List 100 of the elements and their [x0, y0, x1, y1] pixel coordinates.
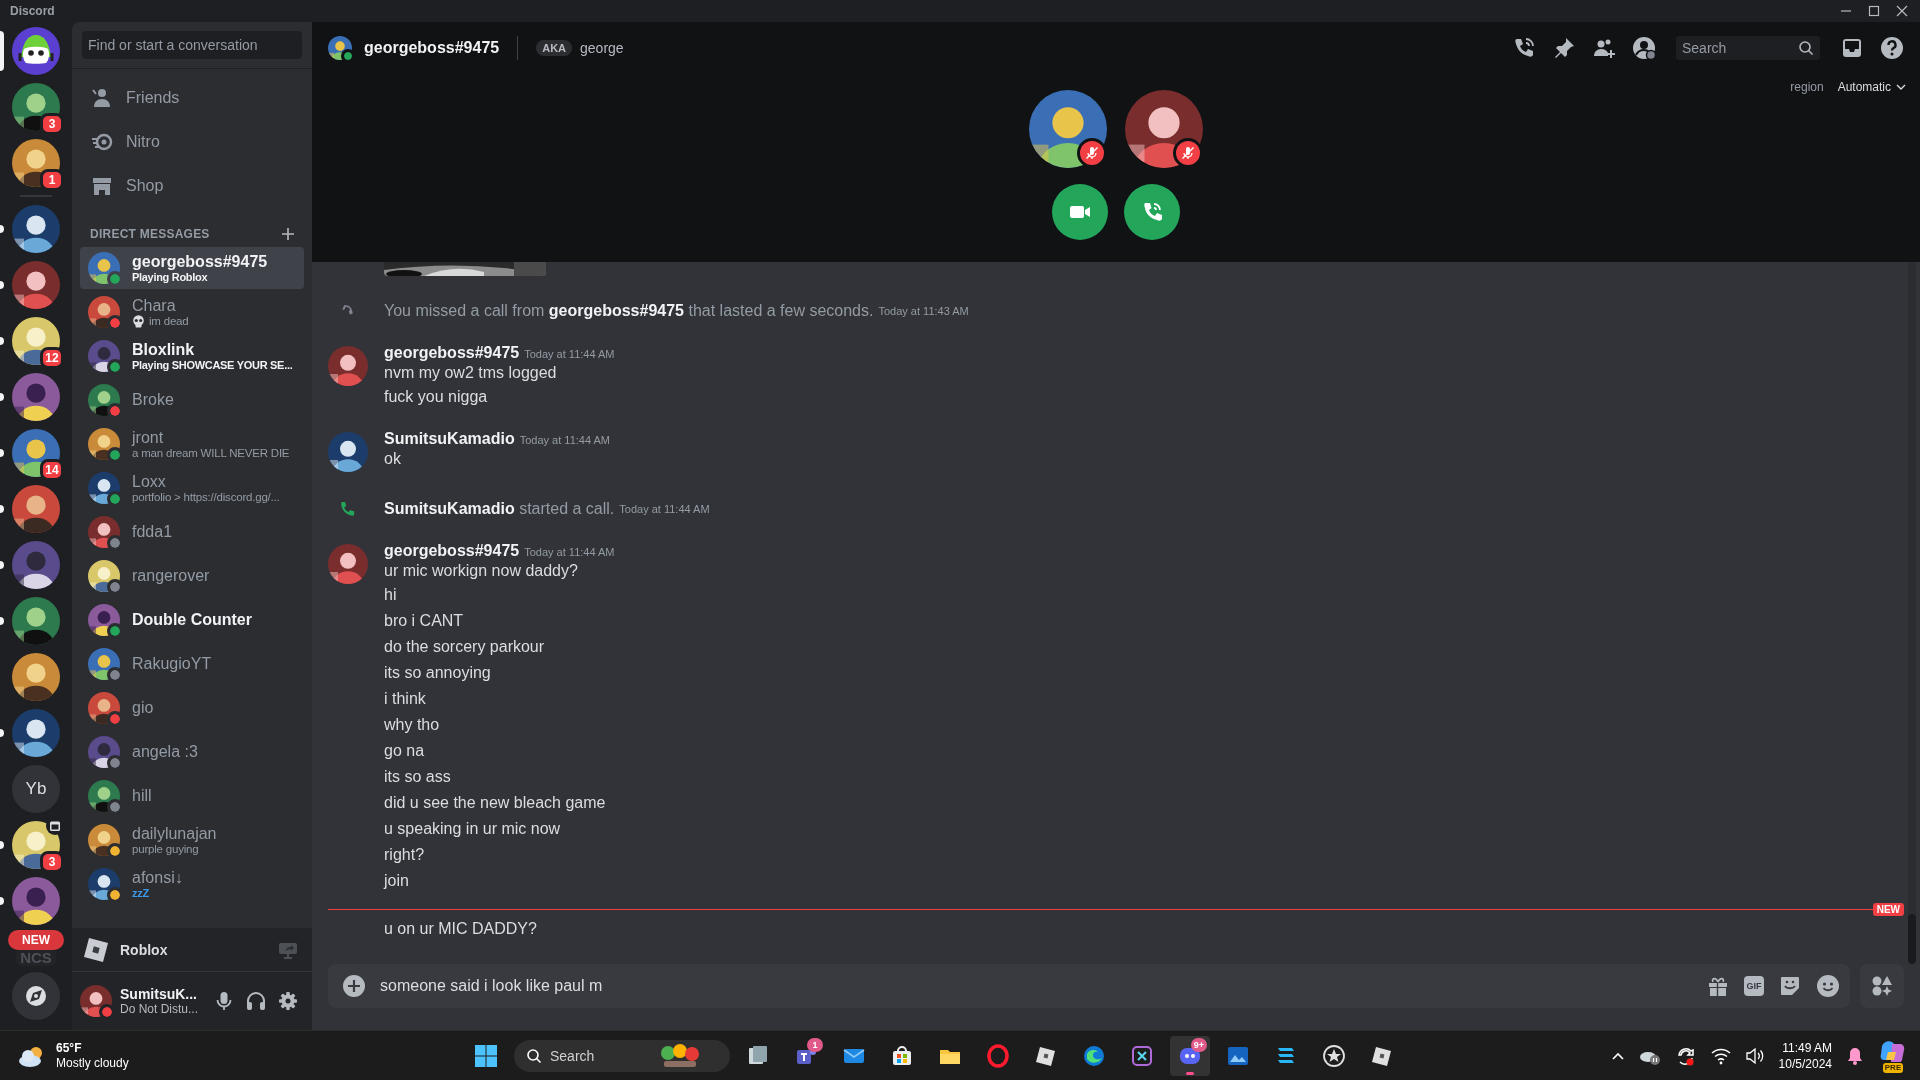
author-name[interactable]: georgeboss#9475 [384, 542, 520, 560]
profile-icon[interactable] [1632, 36, 1656, 60]
server-icon[interactable] [12, 205, 60, 253]
avatar [88, 472, 120, 504]
server-icon[interactable] [12, 541, 60, 589]
store-icon [890, 1043, 914, 1068]
avatar [88, 384, 120, 416]
avatar [88, 340, 120, 372]
timestamp: Today at 11:44 AM [524, 546, 615, 558]
chevron-down-icon [1896, 84, 1906, 90]
call-icon[interactable] [1512, 36, 1536, 60]
inbox-icon[interactable] [1840, 36, 1864, 60]
server-icon[interactable] [12, 429, 60, 477]
scrollbar-thumb[interactable] [1908, 914, 1916, 964]
dm-item[interactable]: jront a man dream WILL NEVER DIE [80, 423, 304, 465]
dm-item[interactable]: Broke [80, 379, 304, 421]
message-field[interactable]: someone said i look like paul m [380, 977, 1692, 995]
help-icon[interactable] [1880, 36, 1904, 60]
dm-item[interactable]: Double Counter [80, 599, 304, 641]
author-name[interactable]: georgeboss#9475 [384, 344, 520, 362]
avatar [88, 252, 120, 284]
avatar [88, 428, 120, 460]
contact-name: jront [132, 429, 165, 447]
server-icon[interactable] [12, 261, 60, 309]
author-name[interactable]: SumitsuKamadio [384, 430, 515, 448]
nav-item[interactable]: Friends [80, 77, 304, 119]
preview-badge: PRE [1882, 1063, 1904, 1073]
message-composer[interactable]: someone said i look like paul m GIF [328, 964, 1850, 1008]
contact-name: gio [132, 699, 154, 717]
message-text: do the sorcery parkour [384, 637, 546, 657]
muted-microphone-icon [1181, 146, 1195, 160]
temperature: 65°F [56, 1040, 83, 1056]
dm-item[interactable]: RakugioYT [80, 643, 304, 685]
taskbar-search-bar[interactable]: Search [514, 1039, 730, 1072]
dm-item[interactable]: dailylunajan purple guying [80, 819, 304, 861]
message-text: did u see the new bleach game [384, 793, 607, 813]
timestamp: Today at 11:44 AM [519, 434, 610, 446]
status-text: purple guying [132, 843, 199, 855]
dm-item[interactable]: afonsi↓ zzZ [80, 863, 304, 905]
message-text: ok [384, 449, 402, 469]
emoji-button[interactable] [1816, 974, 1840, 998]
dm-item[interactable]: gio [80, 687, 304, 729]
contact-name: hill [132, 787, 152, 805]
status-text: zzZ [132, 887, 150, 899]
dm-item[interactable]: rangerover [80, 555, 304, 597]
attach-button[interactable] [342, 974, 366, 998]
add-icon[interactable] [282, 228, 294, 240]
server-icon[interactable]: Yb [12, 765, 60, 813]
clock[interactable]: 11:49 AM 10/5/2024 [1778, 1039, 1832, 1072]
server-icon[interactable] [12, 877, 60, 925]
phone-icon [338, 500, 356, 518]
apps-button[interactable] [1860, 964, 1904, 1008]
server-icon[interactable] [12, 373, 60, 421]
nav-item[interactable]: Nitro [80, 121, 304, 163]
new-unreads-pill[interactable]: NEW [8, 930, 64, 950]
wifi-icon[interactable] [1710, 1046, 1731, 1065]
bell-icon[interactable] [1846, 1045, 1864, 1066]
muted-microphone-icon [1085, 146, 1099, 160]
opera-icon [986, 1043, 1010, 1068]
mention-badge: 14 [40, 459, 64, 481]
mention-badge: 3 [40, 851, 64, 873]
server-icon[interactable] [12, 709, 60, 757]
server-icon[interactable] [12, 653, 60, 701]
dm-item[interactable]: angela :3 [80, 731, 304, 773]
avatar [88, 296, 120, 328]
message-text: join [384, 871, 410, 891]
message-text: nvm my ow2 tms logged [384, 363, 558, 383]
taskbar-app[interactable]: 9+ [1170, 1035, 1210, 1076]
dm-item[interactable]: georgeboss#9475 Playing Roblox [80, 247, 304, 289]
message-text: u on ur MIC DADDY? [384, 919, 538, 939]
timestamp: Today at 11:43 AM [878, 305, 969, 317]
system-message: You missed a call from georgeboss#9475 that lasted a few seconds. [384, 302, 874, 320]
video-call-button[interactable] [1052, 184, 1108, 240]
user-avatar [80, 985, 112, 1017]
voice-call-button[interactable] [1124, 184, 1180, 240]
nav-item[interactable]: Shop [80, 165, 304, 207]
dm-item[interactable]: Bloxlink Playing SHOWCASE YOUR SE... [80, 335, 304, 377]
gif-button[interactable]: GIF [1744, 976, 1764, 996]
avatar [88, 780, 120, 812]
explore-button[interactable] [12, 972, 60, 1020]
taskbar-app[interactable]: 1 [786, 1035, 826, 1076]
dm-item[interactable]: Loxx portfolio > https://discord.gg/... [80, 467, 304, 509]
dm-item[interactable]: hill [80, 775, 304, 817]
avatar [88, 868, 120, 900]
search-field[interactable]: Find or start a conversation [82, 31, 302, 59]
server-icon[interactable] [12, 597, 60, 645]
home-button[interactable] [12, 27, 60, 75]
dm-item[interactable]: Chara im dead [80, 291, 304, 333]
contact-name: Loxx [132, 473, 167, 491]
sticker-button[interactable] [1778, 974, 1802, 998]
region-dropdown[interactable]: Automatic [1837, 80, 1906, 94]
search-icon [1798, 40, 1814, 56]
search-field[interactable]: Search [1682, 40, 1798, 56]
dm-item[interactable]: fdda1 [80, 511, 304, 553]
search-box[interactable]: Search [1676, 36, 1820, 60]
search-field[interactable]: Search [550, 1047, 650, 1064]
contact-name: Double Counter [132, 611, 252, 629]
server-icon[interactable] [12, 485, 60, 533]
server-icon[interactable] [12, 317, 60, 365]
volume-icon[interactable] [1744, 1046, 1765, 1065]
